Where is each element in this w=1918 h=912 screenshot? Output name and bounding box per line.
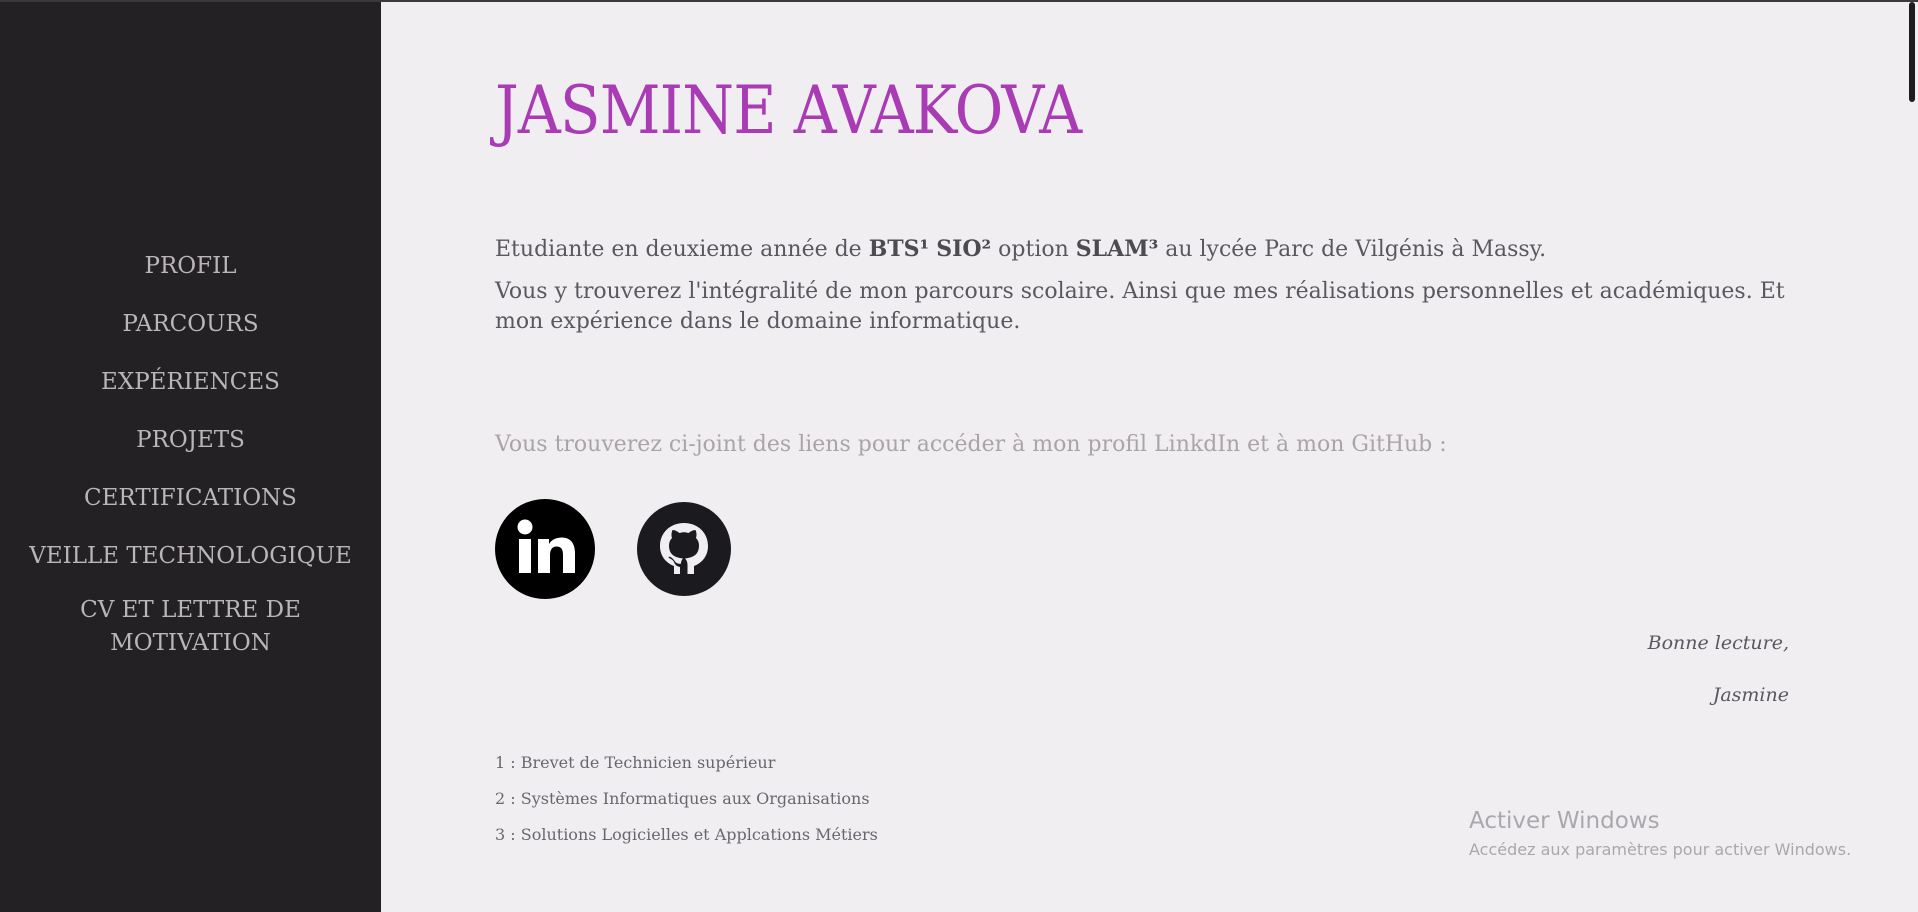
- nav-item-experiences[interactable]: EXPÉRIENCES: [21, 366, 361, 399]
- vertical-scrollbar[interactable]: [1900, 2, 1918, 912]
- intro-paragraph-1: Etudiante en deuxieme année de BTS¹ SIO²…: [495, 234, 1918, 265]
- nav-item-certifications[interactable]: CERTIFICATIONS: [21, 482, 361, 515]
- intro-paragraph-2: Vous y trouverez l'intégralité de mon pa…: [495, 279, 1785, 334]
- sidebar: PROFIL PARCOURS EXPÉRIENCES PROJETS CERT…: [0, 2, 381, 912]
- nav-item-projets[interactable]: PROJETS: [21, 424, 361, 457]
- activation-subtitle: Accédez aux paramètres pour activer Wind…: [1469, 840, 1852, 859]
- nav-item-profil[interactable]: PROFIL: [21, 250, 361, 283]
- intro-text-option: option: [991, 237, 1076, 262]
- links-intro-text: Vous trouverez ci-joint des liens pour a…: [495, 432, 1447, 457]
- intro-text-start: Etudiante en deuxieme année de: [495, 237, 869, 262]
- linkedin-link[interactable]: [495, 499, 595, 599]
- sio-term: SIO²: [936, 236, 992, 262]
- footnotes: 1 : Brevet de Technicien supérieur 2 : S…: [495, 752, 878, 860]
- page-title: JASMINE AVAKOVA: [495, 72, 1082, 149]
- signature-name: Jasmine: [1712, 684, 1789, 706]
- github-link[interactable]: [634, 499, 734, 599]
- sidebar-nav: PROFIL PARCOURS EXPÉRIENCES PROJETS CERT…: [0, 250, 381, 685]
- bts-term: BTS¹: [868, 236, 930, 262]
- nav-item-veille-technologique[interactable]: VEILLE TECHNOLOGIQUE: [21, 540, 361, 573]
- signature-greeting: Bonne lecture,: [1647, 632, 1789, 654]
- linkedin-icon: [495, 499, 595, 599]
- main-content: JASMINE AVAKOVA Etudiante en deuxieme an…: [381, 2, 1918, 912]
- scrollbar-thumb[interactable]: [1909, 2, 1915, 102]
- github-icon: [637, 502, 731, 596]
- windows-activation-watermark: Activer Windows Accédez aux paramètres p…: [1469, 807, 1851, 861]
- intro-section: Etudiante en deuxieme année de BTS¹ SIO²…: [495, 234, 1918, 349]
- activation-title: Activer Windows: [1469, 808, 1660, 834]
- nav-item-cv-lettre[interactable]: CV ET LETTRE DE MOTIVATION: [21, 594, 361, 660]
- footnote-2: 2 : Systèmes Informatiques aux Organisat…: [495, 789, 870, 808]
- slam-term: SLAM³: [1075, 236, 1159, 262]
- footnote-3: 3 : Solutions Logicielles et Applcations…: [495, 825, 878, 844]
- intro-text-end: au lycée Parc de Vilgénis à Massy.: [1158, 237, 1547, 262]
- nav-item-parcours[interactable]: PARCOURS: [21, 308, 361, 341]
- footnote-1: 1 : Brevet de Technicien supérieur: [495, 753, 776, 772]
